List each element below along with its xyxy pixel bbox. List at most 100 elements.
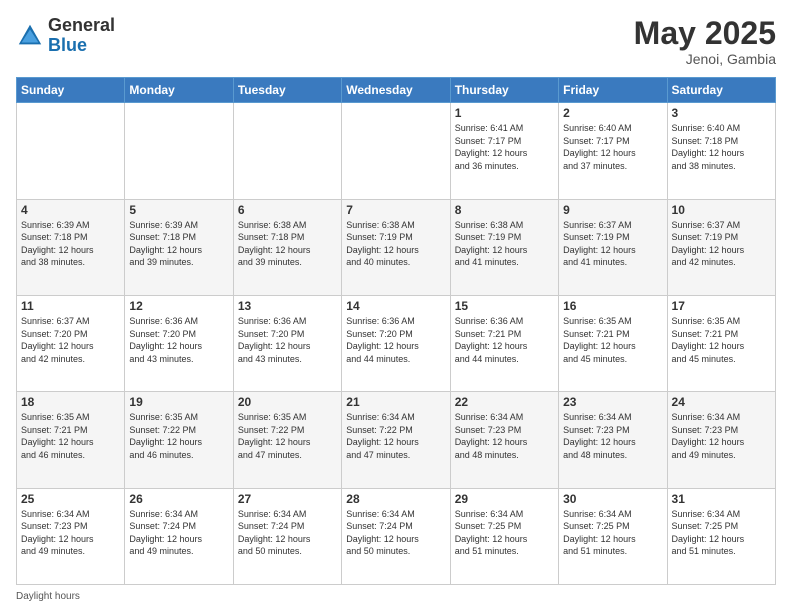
day-info: Sunrise: 6:40 AM Sunset: 7:17 PM Dayligh… xyxy=(563,122,662,172)
calendar-location: Jenoi, Gambia xyxy=(634,51,776,67)
day-info: Sunrise: 6:40 AM Sunset: 7:18 PM Dayligh… xyxy=(672,122,771,172)
day-number: 1 xyxy=(455,106,554,120)
day-number: 26 xyxy=(129,492,228,506)
day-number: 17 xyxy=(672,299,771,313)
calendar-day-header: Thursday xyxy=(450,78,558,103)
day-number: 31 xyxy=(672,492,771,506)
calendar-cell: 30 Sunrise: 6:34 AM Sunset: 7:25 PM Dayli… xyxy=(559,488,667,584)
calendar-cell: 20 Sunrise: 6:35 AM Sunset: 7:22 PM Dayli… xyxy=(233,392,341,488)
day-info: Sunrise: 6:34 AM Sunset: 7:25 PM Dayligh… xyxy=(563,508,662,558)
logo-general-text: General xyxy=(48,16,115,36)
day-number: 10 xyxy=(672,203,771,217)
day-number: 28 xyxy=(346,492,445,506)
calendar-title: May 2025 xyxy=(634,16,776,51)
day-info: Sunrise: 6:34 AM Sunset: 7:23 PM Dayligh… xyxy=(455,411,554,461)
calendar-cell: 22 Sunrise: 6:34 AM Sunset: 7:23 PM Dayli… xyxy=(450,392,558,488)
day-number: 16 xyxy=(563,299,662,313)
calendar-cell: 2 Sunrise: 6:40 AM Sunset: 7:17 PM Daylig… xyxy=(559,103,667,199)
day-info: Sunrise: 6:38 AM Sunset: 7:18 PM Dayligh… xyxy=(238,219,337,269)
calendar-cell: 16 Sunrise: 6:35 AM Sunset: 7:21 PM Dayli… xyxy=(559,295,667,391)
calendar-day-header: Monday xyxy=(125,78,233,103)
day-number: 9 xyxy=(563,203,662,217)
calendar-day-header: Wednesday xyxy=(342,78,450,103)
calendar-cell xyxy=(125,103,233,199)
calendar-cell xyxy=(342,103,450,199)
calendar-cell: 12 Sunrise: 6:36 AM Sunset: 7:20 PM Dayli… xyxy=(125,295,233,391)
day-number: 25 xyxy=(21,492,120,506)
day-number: 20 xyxy=(238,395,337,409)
calendar-cell: 27Sunrise: 6:34 AM Sunset: 7:24 PM Dayli… xyxy=(233,488,341,584)
calendar-cell: 1 Sunrise: 6:41 AM Sunset: 7:17 PM Daylig… xyxy=(450,103,558,199)
day-number: 24 xyxy=(672,395,771,409)
calendar-week-row: 11Sunrise: 6:37 AM Sunset: 7:20 PM Dayli… xyxy=(17,295,776,391)
day-number: 18 xyxy=(21,395,120,409)
calendar-cell: 23Sunrise: 6:34 AM Sunset: 7:23 PM Dayli… xyxy=(559,392,667,488)
calendar-cell: 26Sunrise: 6:34 AM Sunset: 7:24 PM Dayli… xyxy=(125,488,233,584)
day-info: Sunrise: 6:34 AM Sunset: 7:24 PM Dayligh… xyxy=(346,508,445,558)
day-number: 11 xyxy=(21,299,120,313)
day-number: 8 xyxy=(455,203,554,217)
calendar-week-row: 1 Sunrise: 6:41 AM Sunset: 7:17 PM Daylig… xyxy=(17,103,776,199)
calendar-cell: 11Sunrise: 6:37 AM Sunset: 7:20 PM Dayli… xyxy=(17,295,125,391)
day-info: Sunrise: 6:35 AM Sunset: 7:21 PM Dayligh… xyxy=(21,411,120,461)
day-number: 22 xyxy=(455,395,554,409)
calendar-cell xyxy=(17,103,125,199)
calendar-day-header: Tuesday xyxy=(233,78,341,103)
calendar-cell: 15Sunrise: 6:36 AM Sunset: 7:21 PM Dayli… xyxy=(450,295,558,391)
day-number: 2 xyxy=(563,106,662,120)
page: General Blue May 2025 Jenoi, Gambia Sund… xyxy=(0,0,792,612)
day-info: Sunrise: 6:36 AM Sunset: 7:20 PM Dayligh… xyxy=(346,315,445,365)
day-number: 13 xyxy=(238,299,337,313)
day-info: Sunrise: 6:35 AM Sunset: 7:21 PM Dayligh… xyxy=(672,315,771,365)
calendar-header-row: SundayMondayTuesdayWednesdayThursdayFrid… xyxy=(17,78,776,103)
day-info: Sunrise: 6:34 AM Sunset: 7:23 PM Dayligh… xyxy=(21,508,120,558)
day-info: Sunrise: 6:34 AM Sunset: 7:25 PM Dayligh… xyxy=(672,508,771,558)
day-info: Sunrise: 6:41 AM Sunset: 7:17 PM Dayligh… xyxy=(455,122,554,172)
logo-icon xyxy=(16,22,44,50)
day-number: 4 xyxy=(21,203,120,217)
calendar-cell: 3Sunrise: 6:40 AM Sunset: 7:18 PM Daylig… xyxy=(667,103,775,199)
calendar-cell: 21 Sunrise: 6:34 AM Sunset: 7:22 PM Dayli… xyxy=(342,392,450,488)
calendar-day-header: Sunday xyxy=(17,78,125,103)
calendar-week-row: 25 Sunrise: 6:34 AM Sunset: 7:23 PM Dayli… xyxy=(17,488,776,584)
calendar-cell: 25 Sunrise: 6:34 AM Sunset: 7:23 PM Dayli… xyxy=(17,488,125,584)
calendar-cell: 29 Sunrise: 6:34 AM Sunset: 7:25 PM Dayli… xyxy=(450,488,558,584)
calendar-week-row: 4 Sunrise: 6:39 AM Sunset: 7:18 PM Daylig… xyxy=(17,199,776,295)
calendar-cell xyxy=(233,103,341,199)
day-number: 27 xyxy=(238,492,337,506)
day-info: Sunrise: 6:38 AM Sunset: 7:19 PM Dayligh… xyxy=(455,219,554,269)
calendar-cell: 5 Sunrise: 6:39 AM Sunset: 7:18 PM Daylig… xyxy=(125,199,233,295)
header: General Blue May 2025 Jenoi, Gambia xyxy=(16,16,776,67)
day-info: Sunrise: 6:34 AM Sunset: 7:25 PM Dayligh… xyxy=(455,508,554,558)
calendar-cell: 24Sunrise: 6:34 AM Sunset: 7:23 PM Dayli… xyxy=(667,392,775,488)
calendar-week-row: 18 Sunrise: 6:35 AM Sunset: 7:21 PM Dayli… xyxy=(17,392,776,488)
calendar-cell: 6 Sunrise: 6:38 AM Sunset: 7:18 PM Daylig… xyxy=(233,199,341,295)
calendar-cell: 19Sunrise: 6:35 AM Sunset: 7:22 PM Dayli… xyxy=(125,392,233,488)
day-number: 7 xyxy=(346,203,445,217)
day-number: 6 xyxy=(238,203,337,217)
day-info: Sunrise: 6:36 AM Sunset: 7:20 PM Dayligh… xyxy=(129,315,228,365)
day-info: Sunrise: 6:37 AM Sunset: 7:19 PM Dayligh… xyxy=(563,219,662,269)
day-info: Sunrise: 6:39 AM Sunset: 7:18 PM Dayligh… xyxy=(129,219,228,269)
day-number: 5 xyxy=(129,203,228,217)
day-info: Sunrise: 6:35 AM Sunset: 7:21 PM Dayligh… xyxy=(563,315,662,365)
calendar-cell: 17 Sunrise: 6:35 AM Sunset: 7:21 PM Dayli… xyxy=(667,295,775,391)
day-number: 21 xyxy=(346,395,445,409)
day-info: Sunrise: 6:37 AM Sunset: 7:19 PM Dayligh… xyxy=(672,219,771,269)
day-number: 30 xyxy=(563,492,662,506)
calendar-cell: 18 Sunrise: 6:35 AM Sunset: 7:21 PM Dayli… xyxy=(17,392,125,488)
title-block: May 2025 Jenoi, Gambia xyxy=(634,16,776,67)
calendar-day-header: Friday xyxy=(559,78,667,103)
calendar-cell: 31 Sunrise: 6:34 AM Sunset: 7:25 PM Dayli… xyxy=(667,488,775,584)
day-number: 29 xyxy=(455,492,554,506)
day-number: 19 xyxy=(129,395,228,409)
calendar-cell: 14Sunrise: 6:36 AM Sunset: 7:20 PM Dayli… xyxy=(342,295,450,391)
day-info: Sunrise: 6:34 AM Sunset: 7:23 PM Dayligh… xyxy=(563,411,662,461)
day-info: Sunrise: 6:35 AM Sunset: 7:22 PM Dayligh… xyxy=(238,411,337,461)
day-number: 12 xyxy=(129,299,228,313)
calendar-cell: 4 Sunrise: 6:39 AM Sunset: 7:18 PM Daylig… xyxy=(17,199,125,295)
day-info: Sunrise: 6:39 AM Sunset: 7:18 PM Dayligh… xyxy=(21,219,120,269)
day-info: Sunrise: 6:34 AM Sunset: 7:22 PM Dayligh… xyxy=(346,411,445,461)
calendar-cell: 13Sunrise: 6:36 AM Sunset: 7:20 PM Dayli… xyxy=(233,295,341,391)
logo-blue-text: Blue xyxy=(48,36,115,56)
